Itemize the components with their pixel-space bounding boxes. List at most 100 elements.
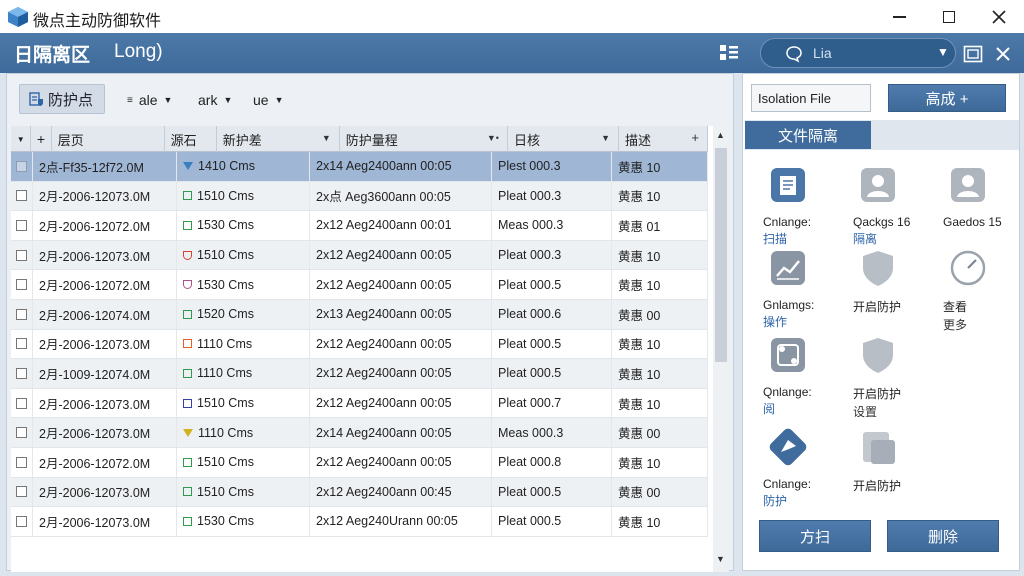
- chart-icon: [771, 251, 805, 285]
- row-checkbox[interactable]: [16, 160, 27, 172]
- action-tile[interactable]: 开启防护: [853, 428, 933, 495]
- row-select-cell[interactable]: [11, 299, 33, 329]
- filter-dropdown-2[interactable]: ark ▼: [198, 92, 232, 108]
- column-header-1[interactable]: 源石: [165, 126, 217, 152]
- column-label: 新护差: [222, 132, 262, 148]
- cell-protect-text: 1530 Cms: [197, 218, 254, 233]
- minimize-button[interactable]: [874, 0, 924, 33]
- cell-desc: 黄惠 01: [612, 211, 708, 240]
- scan-button[interactable]: 方扫: [759, 520, 871, 552]
- cell-protect: 1410 Cms: [177, 152, 310, 181]
- table-row[interactable]: 2月-2006-12073.0M 1110 Cms 2x12 Aeg2400ann …: [11, 329, 708, 360]
- table-row[interactable]: 2月-2006-12072.0M 1530 Cms 2x12 Aeg2400ann …: [11, 211, 708, 241]
- action-tile[interactable]: Cnlange: 防护: [763, 428, 843, 509]
- tile-label: 开启防护: [853, 387, 902, 401]
- action-tile[interactable]: 查看 更多: [943, 249, 1023, 333]
- table-row[interactable]: 2月-2006-12073.0M 1510 Cms 2x12 Aeg2400ann …: [11, 240, 708, 271]
- tile-label: Gnlamgs:: [763, 298, 815, 312]
- tab-file-isolation[interactable]: 文件隔离: [745, 121, 871, 149]
- filter-dropdown-1[interactable]: ≡ ale ▼: [127, 92, 172, 108]
- cell-source: 2月-2006-12073.0M: [33, 240, 177, 270]
- column-header-2[interactable]: 新护差 ▼: [217, 126, 340, 152]
- protect-point-label: 防护点: [48, 91, 94, 109]
- action-tile[interactable]: 开启防护 设置: [853, 336, 933, 420]
- row-select-cell[interactable]: [11, 447, 33, 477]
- row-checkbox[interactable]: [16, 515, 27, 527]
- row-select-cell[interactable]: [11, 359, 33, 388]
- grid-view-icon[interactable]: [717, 41, 741, 65]
- scroll-up-icon[interactable]: ▲: [716, 130, 725, 140]
- column-header-5[interactable]: 描述 +: [619, 126, 708, 152]
- delete-button[interactable]: 删除: [887, 520, 999, 552]
- row-checkbox[interactable]: [16, 279, 27, 291]
- table-header: ▼ + 层页 源石 新护差 ▼ 防护量程 ▼• 日核 ▼ 描述 +: [11, 126, 708, 152]
- table-row[interactable]: 2月-2006-12072.0M 1530 Cms 2x12 Aeg2400ann …: [11, 270, 708, 300]
- scroll-down-icon[interactable]: ▼: [716, 554, 725, 564]
- table-row[interactable]: 2点-Ff35-12f72.0M 1410 Cms 2x14 Aeg2400ann …: [11, 152, 708, 182]
- row-select-cell[interactable]: [11, 181, 33, 211]
- row-select-cell[interactable]: [11, 507, 33, 536]
- chevron-down-icon[interactable]: ▼: [937, 45, 949, 59]
- protect-point-button[interactable]: 防护点: [19, 84, 105, 114]
- row-select-cell[interactable]: [11, 329, 33, 359]
- row-select-cell[interactable]: [11, 240, 33, 270]
- cell-source: 2点-Ff35-12f72.0M: [33, 152, 177, 181]
- maximize-button[interactable]: [924, 0, 974, 33]
- column-header-0[interactable]: 层页: [52, 126, 165, 152]
- row-checkbox[interactable]: [16, 249, 27, 261]
- list-icon: ≡: [127, 94, 133, 106]
- vertical-scrollbar[interactable]: ▲ ▼: [713, 126, 729, 572]
- table-row[interactable]: 2月-2006-12073.0M 1510 Cms 2x12 Aeg2400ann …: [11, 388, 708, 419]
- table-row[interactable]: 2月-2006-12073.0M 1530 Cms 2x12 Aeg240Urann…: [11, 507, 708, 537]
- action-tile[interactable]: Gnlamgs: 操作: [763, 249, 843, 330]
- row-checkbox[interactable]: [16, 367, 27, 379]
- row-checkbox[interactable]: [16, 219, 27, 231]
- cell-desc: 黄惠 10: [612, 329, 708, 359]
- panel-close-button[interactable]: [990, 41, 1016, 67]
- filter-dropdown-3[interactable]: ue ▼: [253, 92, 284, 108]
- row-select-cell[interactable]: [11, 477, 33, 507]
- column-header-3[interactable]: 防护量程 ▼•: [340, 126, 508, 152]
- chevron-down-icon: ▼: [601, 133, 611, 143]
- action-tile[interactable]: Cnlange: 扫描: [763, 166, 843, 247]
- action-tile[interactable]: Qackgs 16 隔离: [853, 166, 933, 247]
- row-checkbox[interactable]: [16, 190, 27, 202]
- cell-protect: 1510 Cms: [177, 240, 310, 270]
- row-checkbox[interactable]: [16, 456, 27, 468]
- close-button[interactable]: [974, 0, 1024, 33]
- row-checkbox[interactable]: [16, 427, 27, 439]
- scrollbar-thumb[interactable]: [715, 148, 727, 362]
- cell-range: 2x12 Aeg2400ann 00:01: [310, 211, 492, 240]
- cell-source: 2月-2006-12072.0M: [33, 270, 177, 299]
- action-tile[interactable]: Gaedos 15: [943, 166, 1023, 230]
- row-select-cell[interactable]: [11, 152, 33, 181]
- row-select-cell[interactable]: [11, 211, 33, 240]
- shield-doc-icon: [29, 92, 43, 106]
- action-tile[interactable]: 开启防护: [853, 249, 933, 316]
- toolbar: 防护点 ≡ ale ▼ ark ▼ ue ▼: [7, 74, 733, 126]
- table-row[interactable]: 2月-2006-12073.0M 1110 Cms 2x14 Aeg2400ann …: [11, 418, 708, 448]
- table-row[interactable]: 2月-2006-12073.0M 1510 Cms 2x12 Aeg2400ann …: [11, 477, 708, 508]
- table-row[interactable]: 2月-2006-12072.0M 1510 Cms 2x12 Aeg2400ann …: [11, 447, 708, 478]
- table-row[interactable]: 2月-1009-12074.0M 1110 Cms 2x12 Aeg2400ann …: [11, 359, 708, 389]
- cell-range: 2x12 Aeg240Urann 00:05: [310, 507, 492, 536]
- cell-protect: 1520 Cms: [177, 299, 310, 329]
- cell-source: 2月-2006-12072.0M: [33, 447, 177, 477]
- table-row[interactable]: 2月-2006-12073.0M 1510 Cms 2x点 Aeg3600ann 0…: [11, 181, 708, 212]
- row-select-cell[interactable]: [11, 388, 33, 418]
- screenshot-button[interactable]: [960, 41, 986, 67]
- header-add[interactable]: +: [31, 126, 52, 152]
- isolation-file-field[interactable]: Isolation File: [751, 84, 871, 112]
- table-row[interactable]: 2月-2006-12074.0M 1520 Cms 2x13 Aeg2400ann …: [11, 299, 708, 330]
- row-select-cell[interactable]: [11, 270, 33, 299]
- column-header-4[interactable]: 日核 ▼: [508, 126, 620, 152]
- row-checkbox[interactable]: [16, 486, 27, 498]
- row-checkbox[interactable]: [16, 308, 27, 320]
- header-select[interactable]: ▼: [11, 126, 32, 152]
- row-checkbox[interactable]: [16, 397, 27, 409]
- advanced-button[interactable]: 高成 +: [888, 84, 1006, 112]
- row-select-cell[interactable]: [11, 418, 33, 447]
- action-tile[interactable]: Qnlange: 阅: [763, 336, 843, 417]
- row-checkbox[interactable]: [16, 338, 27, 350]
- search-box[interactable]: Lia ▼: [760, 38, 956, 68]
